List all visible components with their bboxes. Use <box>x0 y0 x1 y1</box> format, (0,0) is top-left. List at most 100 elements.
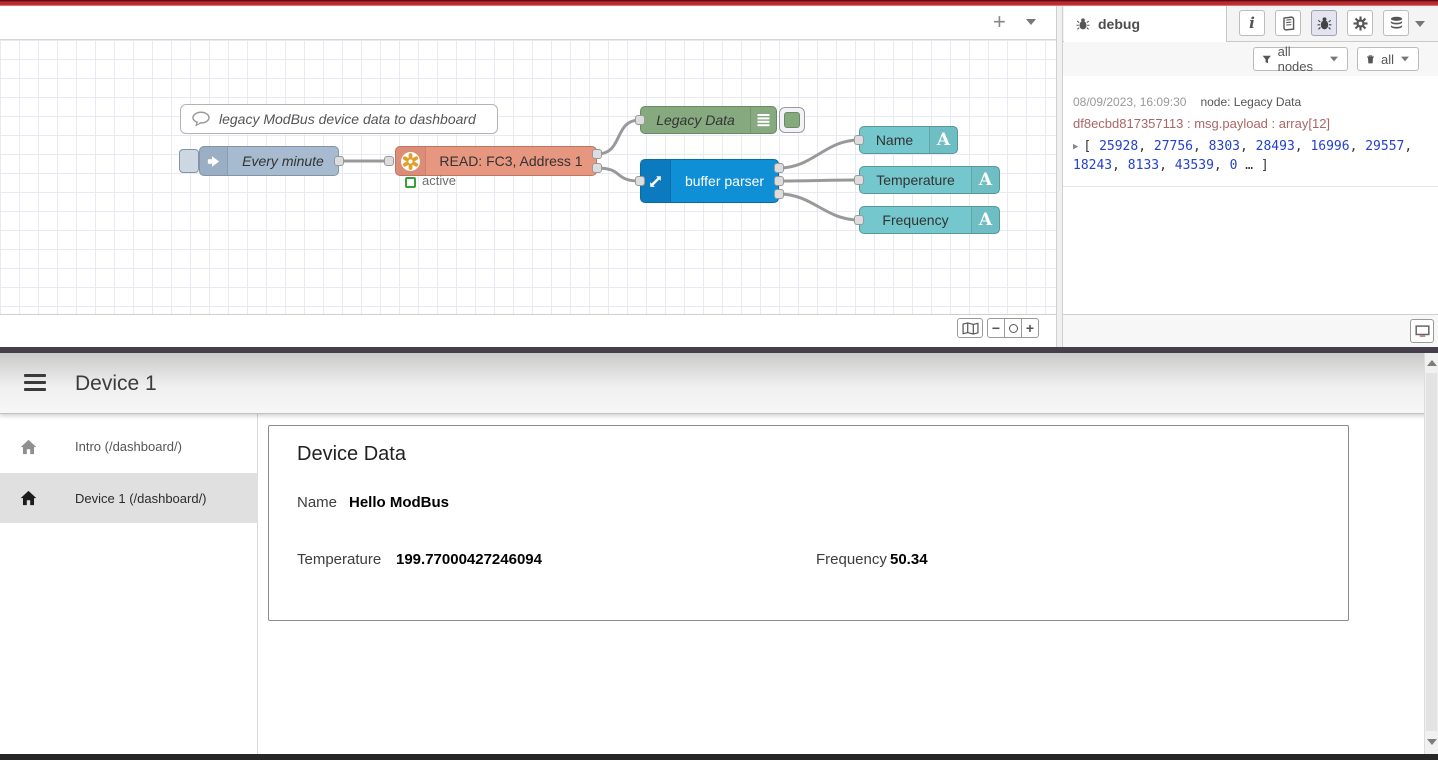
dashboard-body: Intro (/dashboard/) Device 1 (/dashboard… <box>0 414 1438 754</box>
debug-payload-value[interactable]: ▶[ 25928, 27756, 8303, 28493, 16996, 295… <box>1073 138 1427 176</box>
database-icon <box>1389 16 1404 31</box>
filter-nodes-button[interactable]: all nodes <box>1253 47 1348 71</box>
wire[interactable] <box>597 168 640 181</box>
buffer-parser-node[interactable]: buffer parser <box>640 159 779 203</box>
nav-item-intro[interactable]: Intro (/dashboard/) <box>0 423 258 470</box>
window-bottom-dark-bar <box>0 754 1438 760</box>
inject-trigger-button[interactable] <box>179 149 199 173</box>
zoom-reset-button[interactable] <box>1004 318 1022 338</box>
help-tab-button[interactable] <box>1275 10 1301 36</box>
inject-arrow-icon <box>200 147 228 175</box>
port[interactable] <box>334 156 344 166</box>
chevron-down-icon <box>1330 57 1338 62</box>
dashboard-nav: Intro (/dashboard/) Device 1 (/dashboard… <box>0 414 258 754</box>
debug-message-meta: 08/09/2023, 16:09:30 node: Legacy Data <box>1073 95 1428 109</box>
expand-arrow-icon[interactable]: ▶ <box>1073 141 1078 154</box>
status-ring-icon <box>405 177 416 188</box>
debug-message-property: df8ecbd817357113 : msg.payload : array[1… <box>1073 116 1428 131</box>
inject-node-label: Every minute <box>228 147 338 175</box>
add-flow-button[interactable]: + <box>993 9 1006 35</box>
port[interactable] <box>635 115 645 125</box>
navigator-map-button[interactable] <box>957 318 983 338</box>
field-value-temperature: 199.77000427246094 <box>396 551 542 568</box>
port[interactable] <box>384 156 394 166</box>
flow-canvas[interactable]: legacy ModBus device data to dashboard E… <box>0 40 1056 314</box>
book-icon <box>1281 16 1296 31</box>
filter-funnel-icon <box>1262 54 1272 65</box>
device-data-card: Device Data Name Hello ModBus Temperatur… <box>268 425 1349 621</box>
port[interactable] <box>854 135 864 145</box>
vertical-scrollbar[interactable] <box>1424 353 1438 754</box>
port[interactable] <box>635 176 645 186</box>
resize-diagonal-arrow-icon <box>641 160 671 202</box>
port[interactable] <box>854 175 864 185</box>
port[interactable] <box>774 189 784 199</box>
sidebar-splitter[interactable] <box>1056 6 1063 347</box>
clear-messages-label: all <box>1381 52 1394 67</box>
chevron-down-icon <box>1401 57 1409 62</box>
info-tab-button[interactable]: i <box>1239 10 1265 36</box>
wire[interactable] <box>597 120 640 154</box>
inject-node[interactable]: Every minute <box>199 146 339 176</box>
home-icon <box>20 490 37 506</box>
debug-message-node: node: Legacy Data <box>1200 95 1301 109</box>
debug-tab-button[interactable] <box>1311 10 1337 36</box>
ui-text-node-temperature[interactable]: Temperature A <box>859 166 1000 194</box>
ui-text-node-frequency[interactable]: Frequency A <box>859 206 1000 234</box>
nav-item-device-1[interactable]: Device 1 (/dashboard/) <box>0 473 258 523</box>
nav-item-label: Intro (/dashboard/) <box>75 439 182 454</box>
dashboard-page-title: Device 1 <box>75 353 157 414</box>
comment-node[interactable]: legacy ModBus device data to dashboard <box>180 104 498 134</box>
config-tab-button[interactable] <box>1347 10 1373 36</box>
scrollbar-thumb[interactable] <box>1426 373 1437 731</box>
flow-list-chevron-down-icon[interactable] <box>1026 19 1036 25</box>
debug-sidebar: debug i all nodes <box>1063 6 1438 347</box>
context-tab-button[interactable] <box>1383 10 1409 36</box>
editor-footer: − + <box>0 314 1056 347</box>
debug-message-timestamp: 08/09/2023, 16:09:30 <box>1073 95 1186 109</box>
nav-item-label: Device 1 (/dashboard/) <box>75 491 207 506</box>
trash-icon <box>1366 53 1375 66</box>
comment-node-label: legacy ModBus device data to dashboard <box>219 105 491 133</box>
port[interactable] <box>592 149 602 159</box>
sidebar-header: debug i <box>1063 6 1438 42</box>
port[interactable] <box>774 163 784 173</box>
map-icon <box>962 322 979 335</box>
modbus-gear-icon <box>396 147 426 175</box>
field-label-name: Name <box>297 494 337 511</box>
screen: + legacy ModBus device data to <box>0 0 1438 760</box>
sidebar-menu-chevron-down-icon[interactable] <box>1415 21 1425 27</box>
ui-text-label: Name <box>860 127 929 153</box>
port[interactable] <box>854 215 864 225</box>
open-debug-window-button[interactable] <box>1410 319 1434 343</box>
text-letter-a-icon: A <box>929 127 957 153</box>
text-letter-a-icon: A <box>971 167 999 193</box>
scroll-up-arrow-icon[interactable] <box>1427 360 1437 366</box>
menu-hamburger-icon[interactable] <box>24 374 46 392</box>
modbus-read-node[interactable]: READ: FC3, Address 1 <box>395 146 597 176</box>
ui-text-label: Frequency <box>860 207 971 233</box>
debug-node-label: Legacy Data <box>641 107 750 133</box>
speech-bubble-icon <box>189 105 213 133</box>
bug-icon <box>1317 16 1332 31</box>
tab-debug[interactable]: debug <box>1064 6 1227 42</box>
clear-messages-button[interactable]: all <box>1357 47 1419 71</box>
debug-enable-toggle[interactable] <box>779 107 805 133</box>
wire[interactable] <box>779 180 859 181</box>
bug-icon <box>1076 17 1090 31</box>
debug-node-legacy-data[interactable]: Legacy Data <box>640 106 777 134</box>
zoom-in-button[interactable]: + <box>1021 318 1039 338</box>
port[interactable] <box>592 163 602 173</box>
debug-message[interactable]: 08/09/2023, 16:09:30 node: Legacy Data df… <box>1063 86 1438 187</box>
ui-text-node-name[interactable]: Name A <box>859 126 958 154</box>
wire[interactable] <box>779 194 859 220</box>
zoom-out-button[interactable]: − <box>987 318 1005 338</box>
debug-toggle-state <box>784 112 800 128</box>
dashboard-header: Device 1 <box>0 353 1438 414</box>
wire[interactable] <box>779 140 859 168</box>
tab-debug-label: debug <box>1098 16 1140 32</box>
port[interactable] <box>774 176 784 186</box>
filter-nodes-label: all nodes <box>1278 44 1323 74</box>
scroll-down-arrow-icon[interactable] <box>1427 739 1437 745</box>
debug-lines-icon <box>750 107 776 133</box>
